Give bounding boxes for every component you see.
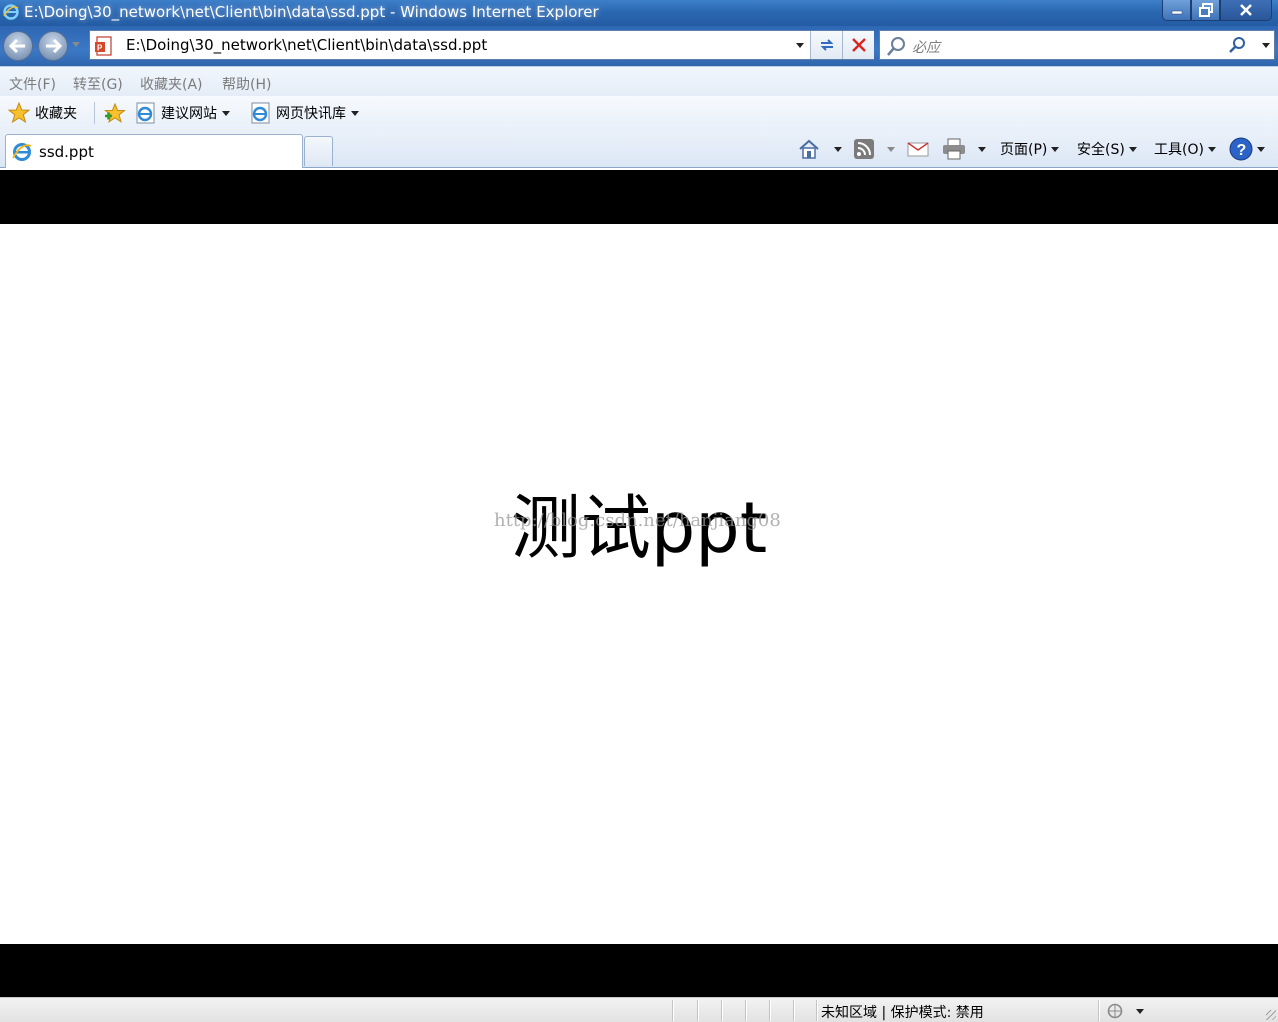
menu-file[interactable]: 文件(F)	[9, 74, 56, 94]
zoom-dropdown[interactable]	[1136, 1008, 1144, 1014]
divider	[816, 1000, 817, 1021]
safety-menu-label: 安全(S)	[1077, 142, 1125, 158]
chevron-down-icon	[351, 110, 359, 116]
tools-menu-button[interactable]: 工具(O)	[1154, 136, 1216, 162]
suggested-sites-label: 建议网站	[161, 106, 217, 122]
mail-icon	[907, 142, 929, 157]
divider	[697, 1000, 698, 1021]
chevron-down-icon	[1207, 146, 1216, 152]
menu-favorites[interactable]: 收藏夹(A)	[140, 74, 203, 94]
favorites-bar: 收藏夹 建议网站 网页快讯库	[0, 96, 1278, 130]
divider	[721, 1000, 722, 1021]
search-input[interactable]: 必应	[912, 37, 940, 57]
slide-bottom-band	[0, 944, 1278, 997]
restore-icon	[1198, 3, 1213, 17]
divider	[94, 102, 95, 124]
title-bar: E:\Doing\30_network\net\Client\bin\data\…	[0, 0, 1278, 26]
new-tab-button[interactable]	[304, 136, 333, 166]
tab-ssd-ppt[interactable]: ssd.ppt	[5, 134, 303, 168]
help-icon: ?	[1229, 137, 1253, 161]
safety-menu-button[interactable]: 安全(S)	[1077, 136, 1137, 162]
resize-grip[interactable]	[1266, 1010, 1276, 1020]
search-options-dropdown[interactable]	[1262, 43, 1270, 48]
printer-icon	[943, 138, 965, 160]
navigation-bar: P E:\Doing\30_network\net\Client\bin\dat…	[0, 26, 1278, 66]
divider	[769, 1000, 770, 1021]
print-button[interactable]	[942, 136, 986, 162]
chevron-down-icon	[1257, 146, 1265, 152]
home-icon	[799, 139, 819, 159]
tools-menu-label: 工具(O)	[1154, 142, 1204, 158]
zoom-control[interactable]	[1106, 1002, 1144, 1020]
security-zone-status[interactable]: 未知区域 | 保护模式: 禁用	[821, 1002, 984, 1022]
chevron-down-icon	[1051, 146, 1060, 152]
home-button[interactable]	[798, 136, 842, 162]
address-input[interactable]: E:\Doing\30_network\net\Client\bin\data\…	[126, 36, 487, 54]
search-box[interactable]: 必应	[879, 30, 1275, 60]
favorites-link-suggested-sites[interactable]: 建议网站	[134, 102, 230, 124]
powerpoint-file-icon: P	[95, 36, 112, 56]
restore-button[interactable]	[1191, 0, 1220, 21]
rss-feed-icon	[854, 139, 874, 159]
stop-x-icon	[851, 38, 866, 52]
search-icon[interactable]	[1228, 35, 1248, 55]
address-bar[interactable]: P E:\Doing\30_network\net\Client\bin\dat…	[89, 30, 874, 60]
web-slice-gallery-label: 网页快讯库	[276, 106, 346, 122]
watermark-text: http://blog.csdn.net/hanjiang08	[494, 510, 781, 531]
arrow-right-icon	[46, 39, 62, 53]
feeds-dropdown[interactable]	[887, 146, 895, 152]
feeds-button[interactable]	[853, 136, 895, 162]
recent-pages-dropdown[interactable]	[72, 42, 80, 47]
print-dropdown[interactable]	[978, 146, 986, 152]
tab-label: ssd.ppt	[39, 142, 94, 161]
close-window-button[interactable]	[1220, 0, 1272, 21]
home-dropdown[interactable]	[834, 146, 842, 152]
tab-bar: ssd.ppt 页面(P) 安全(S) 工具(O) ?	[0, 130, 1278, 168]
favorites-label: 收藏夹	[35, 106, 77, 122]
divider	[672, 1000, 673, 1021]
svg-text:?: ?	[1237, 142, 1247, 159]
stop-button[interactable]	[842, 31, 874, 59]
divider	[793, 1000, 794, 1021]
forward-button[interactable]	[38, 31, 68, 61]
window-title: E:\Doing\30_network\net\Client\bin\data\…	[24, 3, 599, 21]
ie-page-icon	[136, 102, 155, 124]
zoom-globe-icon	[1107, 1003, 1123, 1019]
page-content: 测试ppt http://blog.csdn.net/hanjiang08	[0, 170, 1278, 997]
back-button[interactable]	[3, 31, 33, 61]
favorites-button[interactable]: 收藏夹	[8, 102, 77, 124]
menu-help[interactable]: 帮助(H)	[222, 74, 271, 94]
minimize-icon	[1171, 10, 1182, 15]
divider	[1098, 1000, 1099, 1021]
ie-logo-icon	[12, 142, 32, 161]
ie-logo-icon	[3, 4, 19, 20]
chevron-down-icon	[222, 110, 230, 116]
chevron-down-icon	[1128, 146, 1137, 152]
status-bar: 未知区域 | 保护模式: 禁用	[0, 997, 1278, 1022]
svg-text:P: P	[97, 44, 103, 53]
arrow-left-icon	[9, 39, 25, 53]
refresh-icon	[820, 39, 833, 51]
address-dropdown[interactable]	[790, 31, 810, 59]
close-icon	[1240, 4, 1252, 16]
read-mail-button[interactable]	[907, 136, 929, 162]
add-to-favorites-button[interactable]	[103, 102, 127, 124]
ie-page-icon	[251, 102, 270, 124]
page-menu-button[interactable]: 页面(P)	[1000, 136, 1060, 162]
menu-go[interactable]: 转至(G)	[73, 74, 123, 94]
menu-bar: 文件(F) 转至(G) 收藏夹(A) 帮助(H)	[0, 66, 1278, 96]
refresh-button[interactable]	[810, 31, 842, 59]
chevron-down-icon	[796, 42, 804, 48]
divider	[745, 1000, 746, 1021]
slide-top-band	[0, 170, 1278, 224]
add-favorite-star-icon	[104, 102, 126, 123]
favorites-link-web-slice-gallery[interactable]: 网页快讯库	[249, 102, 359, 124]
page-menu-label: 页面(P)	[1000, 142, 1048, 158]
search-engine-icon	[887, 37, 905, 56]
window-controls	[1162, 0, 1272, 21]
minimize-button[interactable]	[1162, 0, 1191, 21]
help-button[interactable]: ?	[1229, 136, 1265, 162]
star-icon	[8, 102, 30, 124]
